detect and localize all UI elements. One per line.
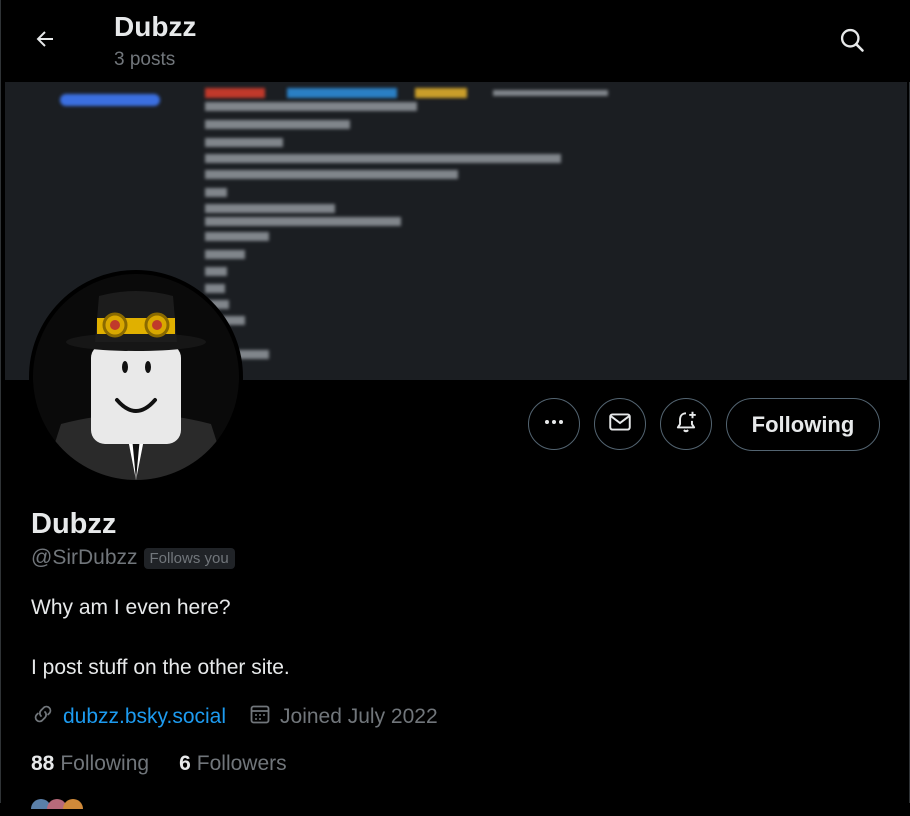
follows-you-badge: Follows you bbox=[143, 547, 235, 569]
bio-line-1: Why am I even here? bbox=[31, 596, 231, 619]
handle-row: @SirDubzz Follows you bbox=[31, 546, 235, 570]
followers-you-know-avatars[interactable] bbox=[31, 796, 91, 816]
page-title: Dubzz bbox=[114, 11, 197, 42]
more-options-button[interactable] bbox=[528, 398, 580, 450]
back-button[interactable] bbox=[25, 21, 65, 61]
website-link[interactable]: dubzz.bsky.social bbox=[63, 705, 226, 729]
display-name: Dubzz bbox=[31, 508, 117, 540]
arrow-left-icon bbox=[33, 27, 57, 56]
following-label: Following bbox=[60, 752, 150, 775]
followers-label: Followers bbox=[196, 752, 287, 775]
profile-header: Dubzz 3 posts bbox=[1, 0, 910, 82]
followers-count: 6 bbox=[179, 752, 191, 775]
ellipsis-icon bbox=[542, 410, 566, 439]
calendar-icon bbox=[248, 702, 272, 732]
bell-plus-icon bbox=[673, 409, 699, 440]
envelope-icon bbox=[607, 409, 633, 440]
notifications-button[interactable] bbox=[660, 398, 712, 450]
following-count: 88 bbox=[31, 752, 55, 775]
following-button[interactable]: Following bbox=[726, 398, 880, 451]
profile-page: Dubzz 3 posts Following Dubzz @SirDubzz … bbox=[0, 0, 910, 816]
bio-line-2: I post stuff on the other site. bbox=[31, 656, 290, 679]
avatar[interactable] bbox=[29, 270, 243, 484]
follow-stats: 88 Following 6 Followers bbox=[31, 752, 287, 776]
profile-meta: dubzz.bsky.social Joined July 2022 bbox=[31, 702, 438, 732]
following-stat[interactable]: 88 Following bbox=[31, 752, 149, 776]
search-icon bbox=[838, 26, 866, 59]
search-button[interactable] bbox=[831, 21, 873, 63]
joined-date: Joined July 2022 bbox=[280, 705, 438, 728]
user-handle: @SirDubzz bbox=[31, 546, 138, 569]
header-title-block: Dubzz 3 posts bbox=[114, 10, 196, 72]
post-count: 3 posts bbox=[114, 49, 176, 70]
avatar-image bbox=[33, 274, 239, 480]
followers-stat[interactable]: 6 Followers bbox=[179, 752, 287, 776]
message-button[interactable] bbox=[594, 398, 646, 450]
link-icon bbox=[31, 702, 55, 732]
